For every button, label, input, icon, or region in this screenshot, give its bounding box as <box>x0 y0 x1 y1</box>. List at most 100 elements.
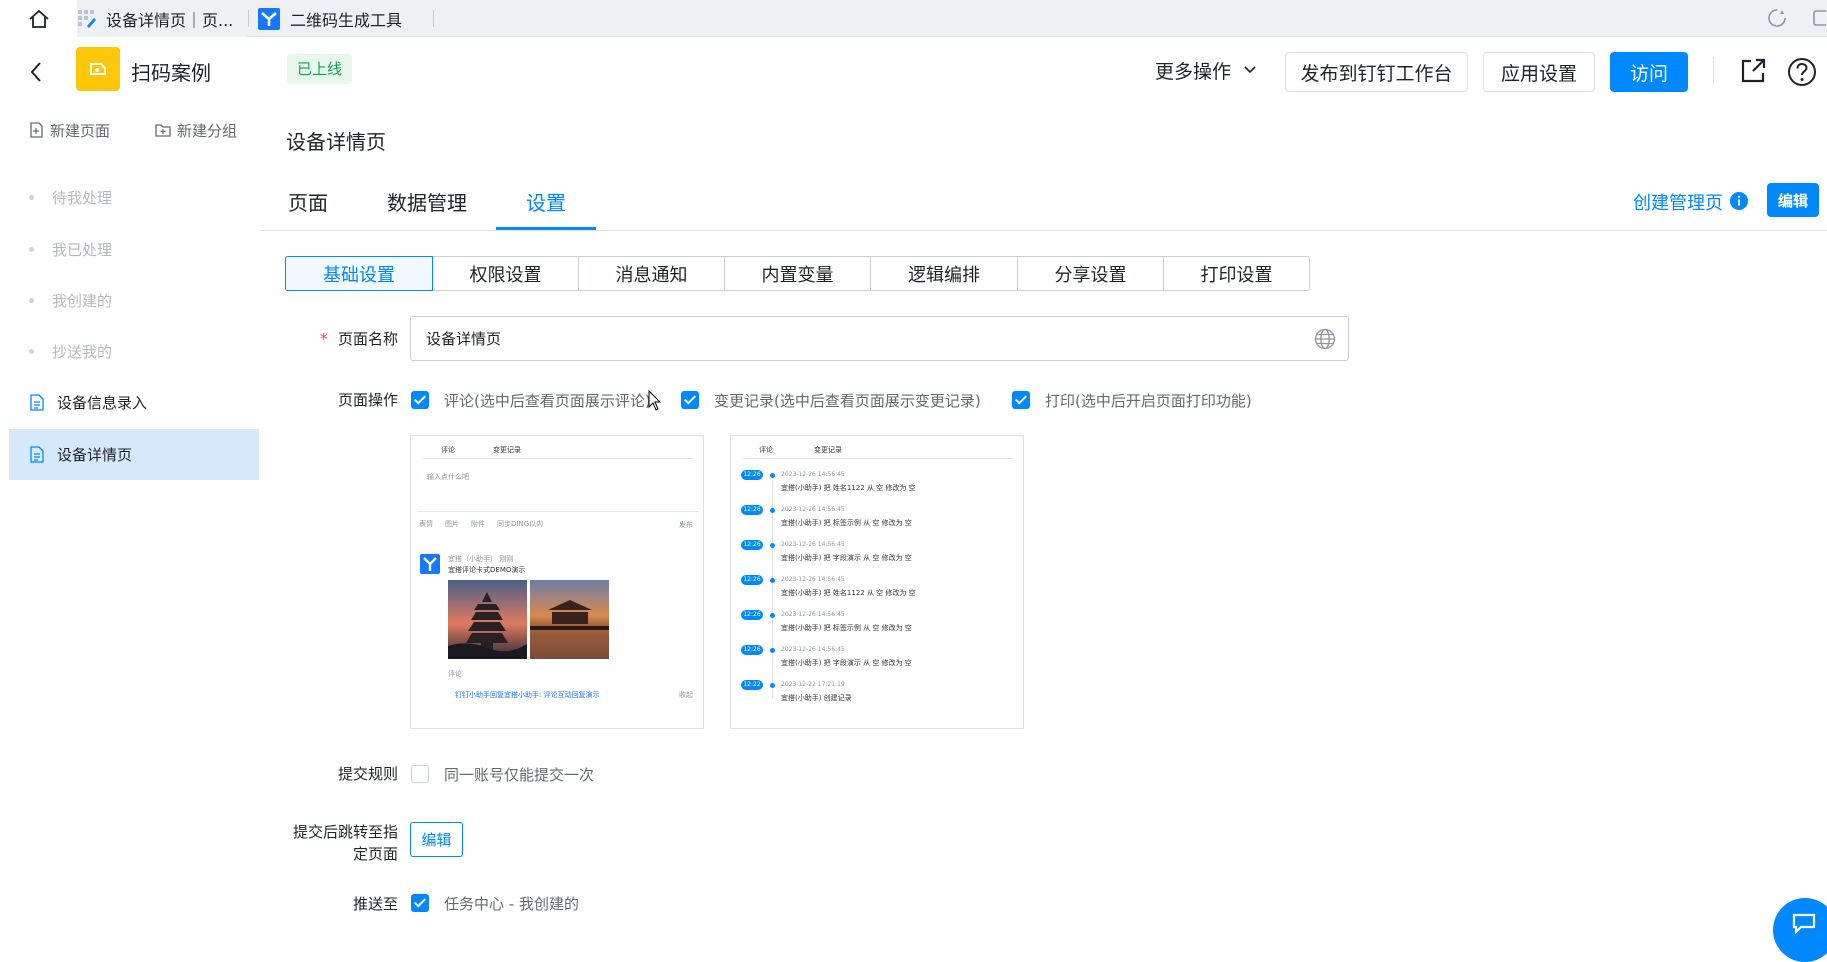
timeline-time-badge: 12:26 <box>741 470 763 480</box>
required-asterisk: * <box>320 330 328 348</box>
sidebar-item-label: 待我处理 <box>52 189 113 207</box>
timeline-date: 2023-12-26 14:56:45 <box>781 471 845 478</box>
change-log-checkbox[interactable] <box>681 391 699 409</box>
timeline-time-badge: 12:26 <box>741 645 763 655</box>
redirect-label-line2: 定页面 <box>352 845 398 863</box>
info-icon[interactable] <box>1729 191 1749 211</box>
timeline-date: 2023-12-26 14:56:45 <box>781 506 845 513</box>
browser-tab-1[interactable]: 设备详情页｜页... <box>77 0 247 37</box>
preview-reply-label: 评论 <box>448 670 462 678</box>
new-page-icon <box>30 122 43 138</box>
pagoda-photo <box>448 580 527 659</box>
scan-app-icon <box>90 63 106 75</box>
more-actions-dropdown[interactable]: 更多操作 <box>1155 50 1257 90</box>
visit-button[interactable]: 访问 <box>1610 52 1688 92</box>
tab-settings[interactable]: 设置 <box>526 187 566 216</box>
browser-tab-2[interactable]: 二维码生成工具 <box>258 0 433 37</box>
sidebar-item-created[interactable]: 我创建的 <box>9 275 259 326</box>
tab-print-settings[interactable]: 打印设置 <box>1163 256 1310 291</box>
redirect-edit-button[interactable]: 编辑 <box>410 822 463 857</box>
app-icon <box>76 47 120 91</box>
page-ops-label: 页面操作 <box>337 391 398 409</box>
status-badge: 已上线 <box>287 54 353 84</box>
timeline-time-badge: 12:22 <box>741 680 763 690</box>
new-page-label: 新建页面 <box>50 121 111 140</box>
tab-logic-orchestration[interactable]: 逻辑编排 <box>870 256 1018 291</box>
sidebar-item-device-detail[interactable]: 设备详情页 <box>9 429 259 480</box>
push-to-label: 推送至 <box>352 895 398 913</box>
help-icon[interactable] <box>1787 57 1817 87</box>
refresh-icon[interactable] <box>1766 7 1788 29</box>
timeline-time-badge: 12:26 <box>741 575 763 585</box>
preview-send: 发布 <box>679 521 693 529</box>
sidebar-item-label: 我已处理 <box>52 241 113 259</box>
tab-share-settings[interactable]: 分享设置 <box>1017 256 1164 291</box>
timeline-text: 宜搭(小助手) 创建记录 <box>781 694 852 702</box>
timeline-text: 宜搭(小助手) 把 字段演示 从 空 修改为 空 <box>781 554 912 562</box>
window-icon[interactable] <box>1812 8 1826 28</box>
mouse-cursor-icon <box>648 390 662 411</box>
bullet-icon <box>29 349 34 354</box>
app-settings-button[interactable]: 应用设置 <box>1483 52 1595 92</box>
push-task-center-checkbox[interactable] <box>411 894 429 912</box>
comment-preview-image: 评论 变更记录 输入点什么吧 表情 图片 附件 同步DING以内 发布 宜搭（小… <box>410 435 704 729</box>
tab-message-notify[interactable]: 消息通知 <box>578 256 725 291</box>
sidebar-item-todo[interactable]: 待我处理 <box>9 172 259 223</box>
page-title: 设备详情页 <box>286 130 386 154</box>
sidebar-item-label: 设备信息录入 <box>57 394 148 412</box>
comment-checkbox[interactable] <box>411 391 429 409</box>
sidebar-item-done[interactable]: 我已处理 <box>9 224 259 275</box>
timeline-text: 宜搭(小助手) 把 标签示例 从 空 修改为 空 <box>781 519 912 527</box>
tab-page[interactable]: 页面 <box>288 187 328 216</box>
preview-toolbar-emoji: 表情 <box>419 520 433 528</box>
print-checkbox[interactable] <box>1012 391 1030 409</box>
tab-data-management[interactable]: 数据管理 <box>387 187 467 216</box>
preview-reply-action: 收起 <box>679 691 693 699</box>
page-name-label: 页面名称 <box>337 330 398 348</box>
publish-button[interactable]: 发布到钉钉工作台 <box>1285 52 1468 92</box>
preview-tab-changes: 变更记录 <box>493 446 521 454</box>
sidebar-item-device-entry[interactable]: 设备信息录入 <box>9 377 259 428</box>
globe-icon[interactable] <box>1314 328 1336 350</box>
chat-bubble-icon <box>1792 913 1816 934</box>
new-group-button[interactable]: 新建分组 <box>155 119 237 141</box>
preview-toolbar-attach: 附件 <box>471 520 485 528</box>
preview-toolbar-ding: 同步DING以内 <box>497 520 544 528</box>
bullet-icon <box>29 298 34 303</box>
redirect-label-line1: 提交后跳转至指 <box>292 823 398 841</box>
preview-author: 宜搭（小助手） 刚刚 <box>448 555 514 563</box>
more-actions-label: 更多操作 <box>1155 60 1232 83</box>
preview-post-title: 宜搭评论卡式DEMO演示 <box>448 566 526 574</box>
preview-placeholder: 输入点什么吧 <box>427 473 469 481</box>
preview-comment-box: 输入点什么吧 <box>417 462 699 512</box>
home-icon <box>28 9 49 28</box>
back-arrow-icon[interactable] <box>28 60 44 84</box>
floating-chat-button[interactable] <box>1773 898 1827 962</box>
timeline-dot <box>770 473 775 478</box>
timeline-text: 宜搭(小助手) 把 标签示例 从 空 修改为 空 <box>781 624 912 632</box>
sidebar-item-cc[interactable]: 抄送我的 <box>9 326 259 377</box>
create-admin-page-link[interactable]: 创建管理页 <box>1633 189 1723 215</box>
timeline-time-badge: 12:26 <box>741 610 763 620</box>
page-name-input[interactable]: 设备详情页 <box>410 316 1349 361</box>
home-button[interactable] <box>0 0 77 37</box>
sidebar-item-label: 设备详情页 <box>57 446 133 464</box>
app-header: 扫码案例 已上线 更多操作 发布到钉钉工作台 应用设置 访问 <box>0 37 1827 107</box>
submit-once-checkbox[interactable] <box>411 765 429 783</box>
timeline-dot <box>770 683 775 688</box>
open-external-icon[interactable] <box>1739 57 1767 85</box>
sidebar: 新建页面 新建分组 待我处理 我已处理 我创建的 抄送我的 设备信息录入 设备详… <box>9 107 259 934</box>
tab-builtin-variables[interactable]: 内置变量 <box>724 256 871 291</box>
timeline-dot <box>770 578 775 583</box>
change-log-preview-image: 评论 变更记录 12:26 2023-12-26 14:56:45 宜搭(小助手) … <box>730 435 1024 729</box>
tab-permission-settings[interactable]: 权限设置 <box>432 256 579 291</box>
timeline-date: 2023-12-22 17:21:19 <box>781 681 845 688</box>
edit-admin-page-button[interactable]: 编辑 <box>1767 183 1819 217</box>
new-page-button[interactable]: 新建页面 <box>30 119 110 141</box>
bullet-icon <box>29 247 34 252</box>
tab-basic-settings[interactable]: 基础设置 <box>285 256 433 291</box>
timeline-text: 宜搭(小助手) 把 姓名1122 从 空 修改为 空 <box>781 589 916 597</box>
timeline-text: 宜搭(小助手) 把 姓名1122 从 空 修改为 空 <box>781 484 916 492</box>
timeline-dot <box>770 648 775 653</box>
submit-rule-label: 提交规则 <box>337 765 398 783</box>
